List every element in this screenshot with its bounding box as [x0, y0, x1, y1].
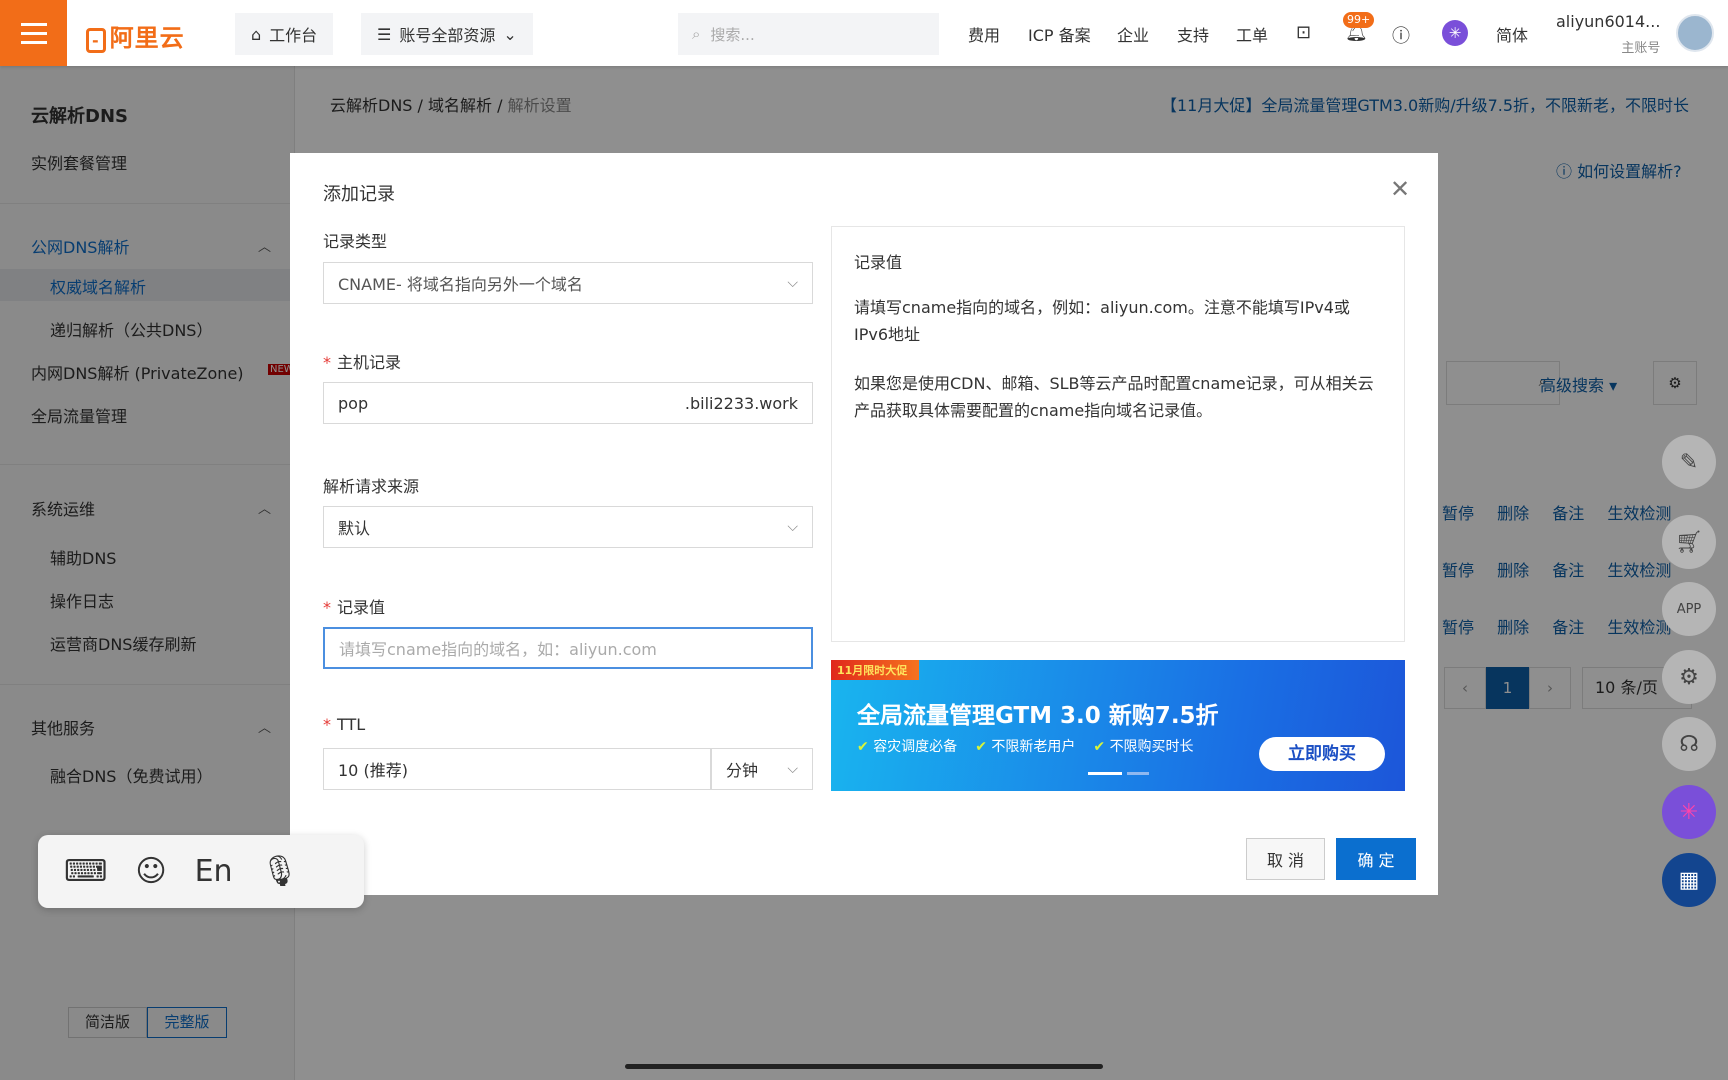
menu-icon[interactable]	[0, 0, 67, 66]
close-icon[interactable]: ✕	[1390, 175, 1410, 203]
help-panel-title: 记录值	[854, 253, 903, 272]
resources-label: 账号全部资源	[399, 26, 496, 45]
headset-icon[interactable]: ☊	[1662, 717, 1716, 771]
gear-icon[interactable]: ⚙	[1662, 650, 1716, 704]
username: aliyun6014...	[1556, 12, 1661, 31]
search-placeholder: 搜索...	[710, 25, 755, 44]
keyboard-icon[interactable]: ⌨	[64, 854, 107, 889]
language-switch[interactable]: 简体	[1496, 22, 1528, 46]
assistant-icon[interactable]: ✳	[1662, 785, 1716, 839]
banner-headline: 全局流量管理GTM 3.0 新购7.5折	[857, 703, 1219, 729]
feature-text: 不限新老用户	[991, 739, 1076, 755]
chevron-down-icon: ⌵	[787, 275, 798, 291]
chevron-down-icon: ⌄	[503, 24, 517, 44]
nav-enterprise[interactable]: 企业	[1117, 22, 1149, 46]
search-input[interactable]: ⌕ 搜索...	[678, 13, 939, 55]
microphone-icon[interactable]: 🎙︎	[261, 854, 299, 889]
search-icon: ⌕	[692, 25, 701, 43]
help-panel: 记录值 请填写cname指向的域名，例如：aliyun.com。注意不能填写IP…	[831, 226, 1405, 642]
record-type-value: CNAME- 将域名指向另外一个域名	[338, 275, 583, 294]
account-type: 主账号	[1621, 41, 1661, 56]
ttl-unit-select[interactable]: 分钟 ⌵	[711, 748, 813, 790]
banner-tag: 11月限时大促	[831, 660, 920, 680]
banner-feature: ✔ 不限购买时长	[1093, 736, 1193, 756]
keyboard-toolbar: ⌨ ☺ En 🎙︎	[38, 835, 364, 908]
carousel-dot-active[interactable]	[1088, 772, 1122, 775]
app-icon[interactable]: APP	[1662, 582, 1716, 636]
domain-suffix: .bili2233.work	[684, 393, 798, 413]
logo-text: 阿里云	[109, 24, 185, 52]
banner-features: ✔ 容灾调度必备 ✔ 不限新老用户 ✔ 不限购买时长	[857, 736, 1194, 756]
source-select[interactable]: 默认 ⌵	[323, 506, 813, 548]
feature-text: 不限购买时长	[1109, 739, 1194, 755]
host-input[interactable]: pop .bili2233.work	[323, 382, 813, 424]
home-icon: ⌂	[251, 24, 262, 44]
ttl-label: * TTL	[323, 715, 366, 734]
stack-icon: ☰	[377, 24, 392, 44]
value-label: * 记录值	[323, 598, 386, 617]
pencil-icon[interactable]: ✎	[1662, 435, 1716, 489]
help-icon[interactable]: ⓘ	[1392, 22, 1410, 48]
ttl-unit-value: 分钟	[726, 761, 759, 780]
chevron-down-icon: ⌵	[787, 761, 798, 777]
apps-grid-icon[interactable]: ▦	[1662, 853, 1716, 907]
cancel-button[interactable]: 取 消	[1246, 838, 1325, 880]
value-label-text: 记录值	[337, 598, 386, 617]
user-menu[interactable]: aliyun6014... 主账号	[1556, 12, 1660, 56]
confirm-button[interactable]: 确 定	[1336, 838, 1416, 880]
source-value: 默认	[338, 519, 371, 538]
host-label-text: 主机记录	[337, 353, 402, 372]
help-panel-text: 请填写cname指向的域名，例如：aliyun.com。注意不能填写IPv4或I…	[854, 298, 1350, 344]
nav-icp[interactable]: ICP 备案	[1028, 22, 1091, 46]
language-toggle[interactable]: En	[195, 854, 233, 889]
nav-fees[interactable]: 费用	[968, 22, 1000, 46]
emoji-icon[interactable]: ☺	[135, 854, 166, 889]
banner-feature: ✔ 容灾调度必备	[857, 736, 957, 756]
dialog-title: 添加记录	[323, 184, 395, 205]
top-bar: - 阿里云 ⌂ 工作台 ☰ 账号全部资源 ⌄ ⌕ 搜索... 费用 ICP 备案 企业 支…	[0, 0, 1728, 66]
workbench-label: 工作台	[269, 26, 318, 45]
source-label: 解析请求来源	[323, 477, 420, 496]
host-label: * 主机记录	[323, 353, 402, 372]
help-panel-text: 如果您是使用CDN、邮箱、SLB等云产品时配置cname记录，可从相关云产品获取…	[854, 374, 1374, 420]
add-record-dialog: 添加记录 ✕ 记录类型 CNAME- 将域名指向另外一个域名 ⌵ * 主机记录 po…	[290, 153, 1438, 895]
ttl-value: 10 (推荐)	[338, 761, 408, 780]
buy-now-button[interactable]: 立即购买	[1259, 737, 1385, 771]
chevron-down-icon: ⌵	[787, 519, 798, 535]
terminal-icon[interactable]: ⊡	[1296, 22, 1311, 43]
carousel-dot[interactable]	[1127, 772, 1149, 775]
record-value-input[interactable]: 请填写cname指向的域名，如：aliyun.com	[323, 627, 813, 669]
notification-badge: 99+	[1343, 12, 1375, 28]
check-icon: ✔	[857, 739, 869, 755]
check-icon: ✔	[1093, 739, 1106, 755]
promo-banner[interactable]: 11月限时大促 全局流量管理GTM 3.0 新购7.5折 ✔ 容灾调度必备 ✔ …	[831, 660, 1405, 791]
nav-ticket[interactable]: 工单	[1236, 22, 1268, 46]
nav-support[interactable]: 支持	[1177, 22, 1209, 46]
resources-dropdown[interactable]: ☰ 账号全部资源 ⌄	[361, 13, 533, 55]
avatar[interactable]	[1676, 14, 1714, 52]
ttl-input[interactable]: 10 (推荐)	[323, 748, 711, 790]
record-type-label: 记录类型	[323, 232, 388, 251]
assistant-icon[interactable]: ✳	[1442, 20, 1468, 46]
check-icon: ✔	[975, 739, 987, 755]
record-value-placeholder: 请填写cname指向的域名，如：aliyun.com	[339, 640, 657, 659]
workbench-button[interactable]: ⌂ 工作台	[235, 13, 334, 55]
host-value: pop	[338, 393, 369, 413]
cart-icon[interactable]: 🛒︎	[1662, 515, 1716, 569]
logo[interactable]: - 阿里云	[86, 18, 185, 53]
home-indicator[interactable]	[625, 1064, 1103, 1069]
feature-text: 容灾调度必备	[873, 739, 958, 755]
record-type-select[interactable]: CNAME- 将域名指向另外一个域名 ⌵	[323, 262, 813, 304]
ttl-label-text: TTL	[337, 715, 366, 734]
banner-feature: ✔ 不限新老用户	[975, 736, 1075, 756]
